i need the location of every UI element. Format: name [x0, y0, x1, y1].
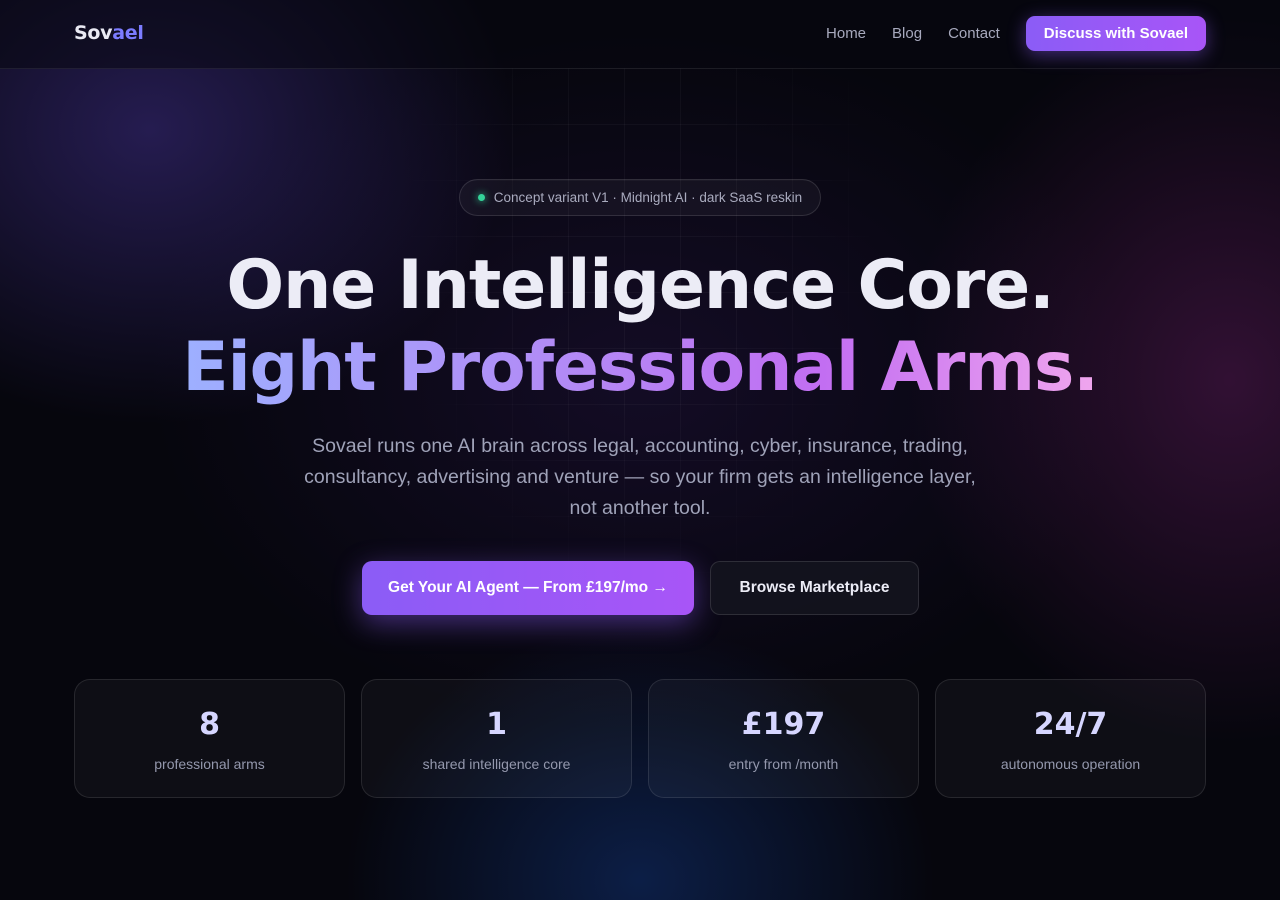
logo-text-primary: Sov	[74, 22, 113, 44]
stat-value: 8	[199, 707, 220, 742]
concept-badge: Concept variant V1 · Midnight AI · dark …	[459, 179, 821, 216]
stat-label: shared intelligence core	[422, 756, 571, 772]
stat-card: 8 professional arms	[74, 679, 345, 798]
discuss-button[interactable]: Discuss with Sovael	[1025, 16, 1206, 51]
hero-subheadline: Sovael runs one AI brain across legal, a…	[304, 435, 976, 519]
headline-line-1: One Intelligence Core.	[226, 246, 1054, 325]
headline-line-2: Eight Professional Arms.	[0, 328, 1280, 407]
status-dot-icon	[477, 194, 485, 201]
stat-label: autonomous operation	[1000, 756, 1141, 772]
stat-label: professional arms	[154, 756, 265, 772]
stat-label: entry from /month	[728, 756, 839, 772]
logo-text-accent: ael	[112, 22, 144, 44]
top-navigation: Sovael Home Blog Contact Discuss with So…	[0, 0, 1280, 69]
stat-value: 24/7	[1033, 707, 1108, 742]
nav-links: Home Blog Contact Discuss with Sovael	[826, 16, 1206, 51]
stat-card: 1 shared intelligence core	[361, 679, 632, 798]
brand-logo[interactable]: Sovael	[74, 22, 144, 44]
stat-value: £197	[741, 707, 826, 742]
headline-gradient-text: Eight Professional Arms.	[182, 328, 1099, 407]
stat-value: 1	[486, 707, 507, 742]
concept-badge-text: Concept variant V1 · Midnight AI · dark …	[493, 190, 803, 205]
stats-row: 8 professional arms 1 shared intelligenc…	[74, 679, 1206, 798]
stat-card: £197 entry from /month	[648, 679, 919, 798]
browse-marketplace-button[interactable]: Browse Marketplace	[710, 561, 919, 615]
stat-card: 24/7 autonomous operation	[935, 679, 1206, 798]
nav-link-contact[interactable]: Contact	[948, 25, 1000, 42]
nav-link-blog[interactable]: Blog	[892, 25, 922, 42]
nav-link-home[interactable]: Home	[826, 25, 866, 42]
get-ai-agent-button[interactable]: Get Your AI Agent — From £197/mo →	[362, 561, 694, 615]
